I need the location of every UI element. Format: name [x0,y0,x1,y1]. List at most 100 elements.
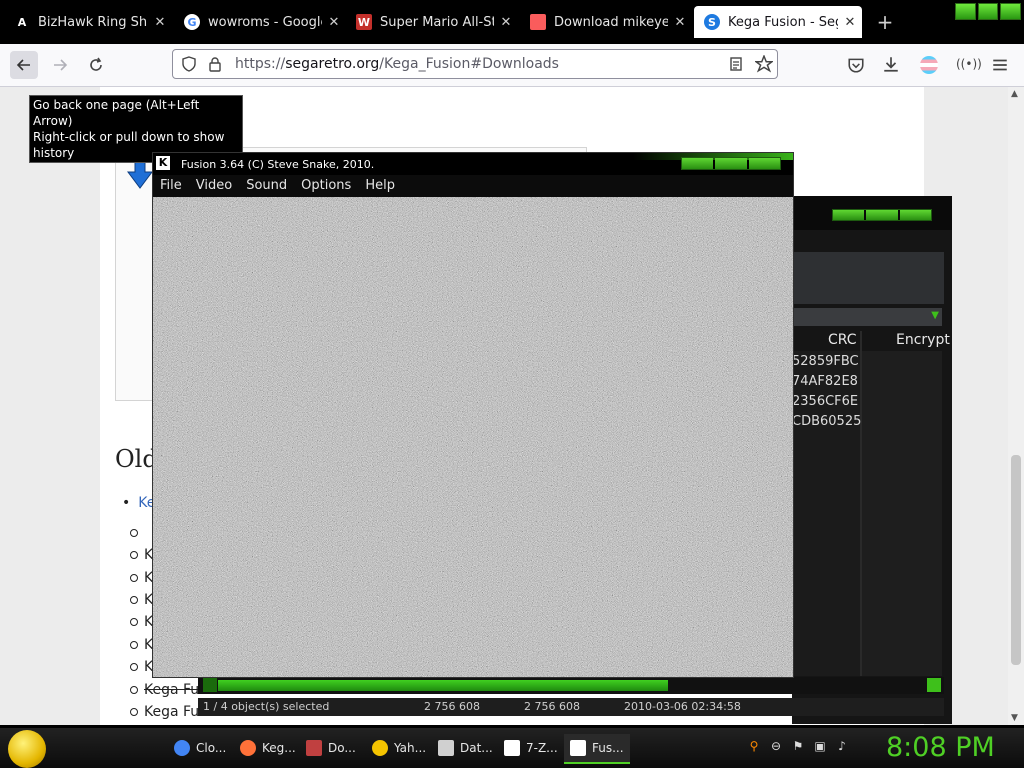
back-button[interactable] [10,51,38,79]
close-icon[interactable] [899,210,931,220]
status-date: 2010-03-06 02:34:58 [624,700,741,713]
list-item[interactable]: Kega Fu [130,682,199,698]
list-item-link[interactable]: • Ke [122,495,155,511]
system-tray: ⚲ ⊖ ⚑ ▣ ♪ [746,738,850,754]
search-icon[interactable]: ⚲ [746,738,762,754]
close-tab-icon[interactable]: ✕ [668,15,692,30]
tab-kega-fusion[interactable]: S Kega Fusion - Sega R ✕ [694,6,862,38]
list-item[interactable]: K [130,614,153,630]
menu-sound[interactable]: Sound [239,175,294,197]
pocket-icon[interactable] [847,56,865,74]
list-item[interactable] [130,525,144,541]
menu-help[interactable]: Help [358,175,402,197]
circle-bullet-icon [130,686,138,694]
document-icon [438,740,454,756]
list-item[interactable]: Kega Fu [130,704,199,720]
7zip-icon [504,740,520,756]
reader-view-icon[interactable] [728,56,744,72]
chevron-down-icon[interactable]: ▼ [931,310,939,321]
close-tab-icon[interactable]: ✕ [322,15,346,30]
tab-bizhawk[interactable]: A BizHawk Ring Shuffle ✕ [4,6,172,38]
scroll-down-icon[interactable]: ▼ [1011,713,1018,723]
extension-flag-icon[interactable] [920,56,938,74]
emulator-static-screen[interactable] [153,197,793,677]
scroll-right-icon[interactable] [927,678,941,692]
list-item[interactable]: K [130,592,153,608]
column-header-crc[interactable]: CRC [828,332,857,348]
path-combo[interactable]: ▼ [792,308,942,326]
navigation-toolbar: https://segaretro.org/Kega_Fusion#Downlo… [0,44,1024,87]
maximize-icon[interactable] [715,158,747,169]
taskbar-item-firefox[interactable]: Keg... [234,734,296,762]
lock-icon[interactable] [207,56,223,72]
crc-cell[interactable]: 52859FBC [792,354,859,369]
close-tab-icon[interactable]: ✕ [494,15,518,30]
tab-title: Download mikeyelde [554,14,668,30]
volume-icon[interactable]: ♪ [834,738,850,754]
scrollbar-thumb[interactable] [1011,455,1021,665]
maximize-icon[interactable] [866,210,898,220]
circle-bullet-icon [130,574,138,582]
hscroll-thumb[interactable] [218,680,668,691]
close-tab-icon[interactable]: ✕ [148,15,172,30]
taskbar-clock[interactable]: 8:08 PM [886,732,995,763]
forward-button[interactable] [46,51,74,79]
column-divider[interactable] [860,331,862,676]
scroll-up-icon[interactable]: ▲ [1011,89,1018,99]
minimize-icon[interactable] [833,210,865,220]
list-item[interactable]: K [130,547,153,563]
archive-window[interactable]: ▼ CRC Encrypt 52859FBC 74AF82E8 2356CF6E… [792,196,952,724]
list-item[interactable]: K [130,637,153,653]
hamburger-menu-icon[interactable] [991,56,1009,74]
tab-download[interactable]: Download mikeyelde ✕ [520,6,692,38]
minimize-icon[interactable] [682,158,714,169]
flag-icon[interactable]: ⚑ [790,738,806,754]
minus-icon[interactable]: ⊖ [768,738,784,754]
archive-titlebar[interactable] [792,196,952,230]
shield-icon[interactable] [181,56,197,72]
address-bar[interactable]: https://segaretro.org/Kega_Fusion#Downlo… [172,49,778,79]
list-item[interactable]: K [130,570,153,586]
fusion-titlebar[interactable]: K Fusion 3.64 (C) Steve Snake, 2010. [153,153,793,175]
maximize-icon[interactable] [977,3,999,20]
crc-cell[interactable]: 74AF82E8 [792,374,858,389]
crc-cell[interactable]: 2356CF6E [792,394,858,409]
reload-button[interactable] [82,51,110,79]
page-scrollbar[interactable]: ▲ ▼ [1008,87,1024,725]
taskbar-item-data[interactable]: Dat... [432,734,494,762]
menu-video[interactable]: Video [189,175,239,197]
tab-super-mario[interactable]: W Super Mario All-Stars ✕ [346,6,518,38]
taskbar-item-yahoo[interactable]: Yah... [366,734,428,762]
list-item[interactable]: K [130,659,153,675]
window-controls [832,209,932,221]
forward-arrow-icon [54,59,68,71]
new-tab-icon[interactable]: + [874,10,896,34]
minimize-icon[interactable] [955,3,976,20]
url-host: segaretro.org [285,56,380,72]
taskbar-item-fusion[interactable]: Fus... [564,734,630,764]
taskbar-item-chrome[interactable]: Clo... [168,734,230,762]
taskbar-item-7zip[interactable]: 7-Z... [498,734,560,762]
menu-file[interactable]: File [153,175,189,197]
archive-status-bar: 1 / 4 object(s) selected 2 756 608 2 756… [198,698,944,716]
crc-cell[interactable]: CDB60525 [792,414,861,429]
circle-bullet-icon [130,596,138,604]
close-icon[interactable] [1000,3,1022,20]
chrome-icon [174,740,190,756]
circle-bullet-icon [130,641,138,649]
tab-wowroms[interactable]: G wowroms - Google Se ✕ [174,6,346,38]
scroll-left-icon[interactable] [203,678,217,692]
bookmark-star-icon[interactable] [755,55,773,73]
app-icon [306,740,322,756]
network-icon[interactable]: ▣ [812,738,828,754]
extension-icon[interactable]: ((•)) [956,57,982,71]
menu-options[interactable]: Options [294,175,358,197]
taskbar-item-download[interactable]: Do... [300,734,362,762]
close-icon[interactable] [748,158,780,169]
status-packed: 2 756 608 [524,700,580,713]
column-header-encrypt[interactable]: Encrypt [896,332,950,348]
start-button[interactable] [8,730,46,768]
close-tab-icon[interactable]: ✕ [838,15,862,30]
download-icon[interactable] [882,55,900,73]
fusion-window[interactable]: K Fusion 3.64 (C) Steve Snake, 2010. Fil… [152,152,794,678]
